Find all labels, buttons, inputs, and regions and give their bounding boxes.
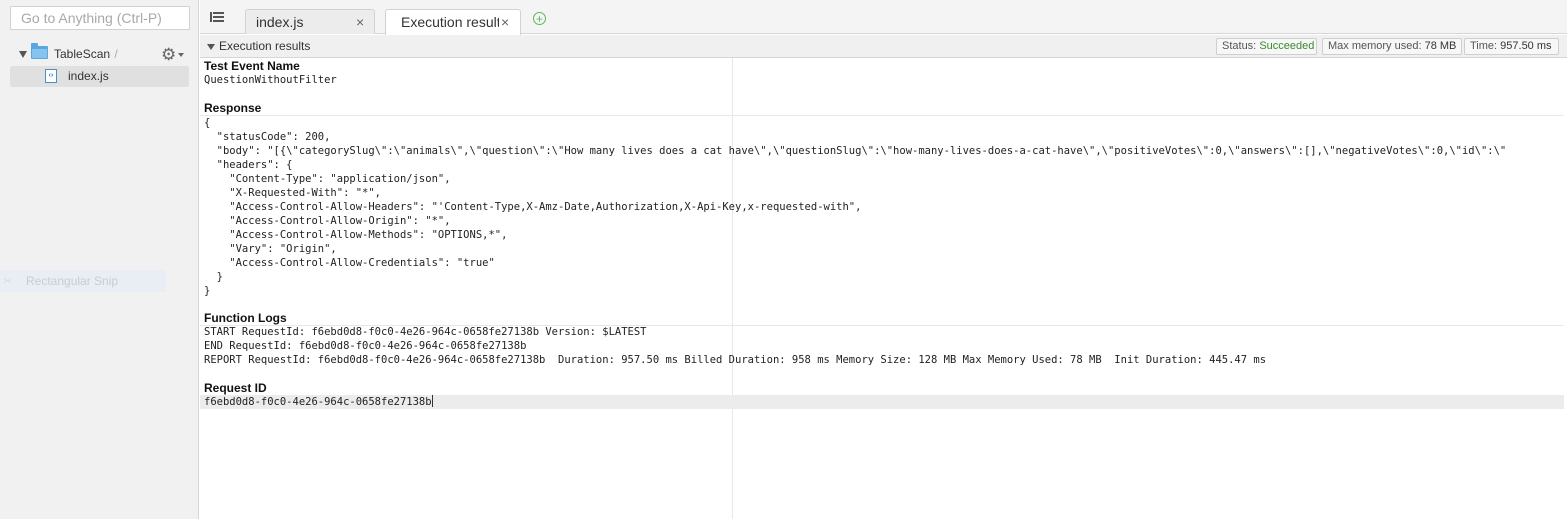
time-label: Time:	[1470, 40, 1498, 52]
status-badge: Status: Succeeded	[1216, 38, 1317, 55]
test-event-value: QuestionWithoutFilter	[204, 74, 337, 86]
memory-label: Max memory used:	[1328, 40, 1422, 52]
tab-label: index.js	[256, 14, 304, 30]
response-line: "X-Requested-With": "*",	[204, 187, 382, 199]
log-line: START RequestId: f6ebd0d8-f0c0-4e26-964c…	[204, 326, 647, 338]
function-logs-title: Function Logs	[204, 311, 287, 325]
go-to-anything-input[interactable]	[10, 6, 190, 30]
file-sidebar: TableScan - / ⚙ ‹› index.js ✂ Rectangula…	[0, 0, 199, 519]
status-label: Status:	[1222, 40, 1257, 52]
execution-results-panel[interactable]: Test Event Name QuestionWithoutFilter Re…	[200, 58, 1567, 519]
response-line: "statusCode": 200,	[204, 131, 331, 143]
response-line: "Vary": "Origin",	[204, 243, 337, 255]
tree-item-tablescan[interactable]: TableScan - / ⚙	[10, 43, 189, 65]
close-icon[interactable]: ×	[356, 10, 364, 34]
response-line: {	[204, 117, 211, 129]
close-icon[interactable]: ×	[501, 10, 509, 34]
log-line: END RequestId: f6ebd0d8-f0c0-4e26-964c-0…	[204, 340, 527, 352]
snip-icon: ✂	[4, 276, 12, 286]
tree-folder-path: - /	[107, 47, 118, 61]
request-id-title: Request ID	[204, 381, 267, 395]
response-line: "Content-Type": "application/json",	[204, 173, 451, 185]
folder-icon	[31, 43, 48, 59]
response-line: }	[204, 285, 211, 297]
response-line: "headers": {	[204, 159, 293, 171]
log-line: REPORT RequestId: f6ebd0d8-f0c0-4e26-964…	[204, 354, 1267, 366]
memory-value: 78 MB	[1424, 40, 1457, 52]
response-line: "body": "[{\"categorySlug\":\"animals\",…	[204, 145, 1507, 157]
function-logs-body: START RequestId: f6ebd0d8-f0c0-4e26-964c…	[204, 325, 1266, 367]
editor-tab-bar: index.js × Execution results × +	[200, 0, 1567, 35]
response-line: "Access-Control-Allow-Credentials": "tru…	[204, 257, 495, 269]
expand-caret-icon[interactable]	[19, 51, 27, 58]
add-tab-icon[interactable]: +	[533, 12, 546, 25]
gear-icon[interactable]: ⚙	[161, 44, 176, 65]
response-line: "Access-Control-Allow-Headers": "'Conten…	[204, 201, 862, 213]
request-id-value[interactable]: f6ebd0d8-f0c0-4e26-964c-0658fe27138b	[204, 395, 433, 409]
status-value: Succeeded	[1259, 40, 1315, 52]
tab-index-js[interactable]: index.js ×	[245, 9, 375, 34]
chevron-down-icon[interactable]	[178, 53, 184, 57]
tree-file-label: index.js	[68, 69, 109, 83]
tree-item-index-js[interactable]: ‹› index.js	[10, 66, 189, 87]
execution-results-title: Execution results	[219, 39, 311, 53]
js-file-icon: ‹›	[45, 69, 57, 83]
collapse-caret-icon[interactable]	[207, 44, 215, 50]
execution-results-header[interactable]: Execution results Status: Succeeded Max …	[200, 35, 1567, 58]
response-line: }	[204, 271, 223, 283]
tree-folder-label: TableScan	[54, 47, 111, 61]
max-memory-badge: Max memory used: 78 MB	[1322, 38, 1462, 55]
time-value: 957.50 ms	[1500, 40, 1552, 52]
time-badge: Time: 957.50 ms	[1464, 38, 1559, 55]
response-line: "Access-Control-Allow-Methods": "OPTIONS…	[204, 229, 508, 241]
response-line: "Access-Control-Allow-Origin": "*",	[204, 215, 451, 227]
response-title: Response	[204, 101, 262, 115]
test-event-title: Test Event Name	[204, 59, 300, 73]
snip-label: Rectangular Snip	[26, 274, 119, 288]
tab-execution-results[interactable]: Execution results ×	[385, 9, 521, 35]
tab-label: Execution results	[401, 14, 499, 30]
rectangular-snip-overlay: ✂ Rectangular Snip	[0, 270, 166, 292]
response-body: { "statusCode": 200, "body": "[{\"catego…	[204, 116, 1506, 298]
tab-list-icon[interactable]	[210, 10, 225, 24]
